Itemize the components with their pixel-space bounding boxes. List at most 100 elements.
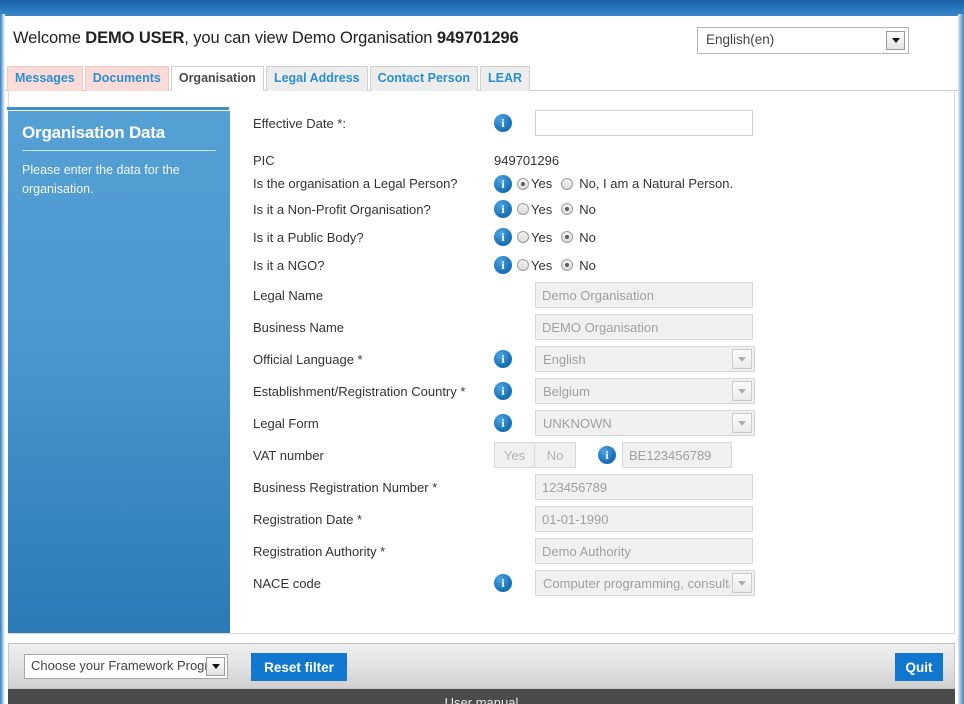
- info-icon[interactable]: i: [494, 200, 512, 218]
- control-nace-code: i Computer programming, consulta: [494, 567, 755, 599]
- row-pic: PIC 949701296: [253, 149, 953, 172]
- tab-lear[interactable]: LEAR: [480, 66, 531, 91]
- chevron-down-icon[interactable]: [206, 657, 225, 676]
- row-nace-code: NACE code i Computer programming, consul…: [253, 567, 953, 599]
- row-ngo: Is it a NGO? i Yes No: [253, 251, 953, 279]
- official-language-value: English: [543, 351, 586, 367]
- row-country: Establishment/Registration Country * i B…: [253, 375, 953, 407]
- legal-form-select[interactable]: UNKNOWN: [535, 410, 755, 436]
- info-icon[interactable]: i: [598, 446, 616, 464]
- business-reg-number-input[interactable]: [535, 474, 753, 500]
- framework-programme-value: Choose your Framework Program: [31, 658, 207, 673]
- control-official-language: i English: [494, 343, 755, 375]
- tab-documents[interactable]: Documents: [84, 66, 169, 91]
- row-effective-date: Effective Date *: i: [253, 108, 953, 138]
- info-icon[interactable]: i: [494, 414, 512, 432]
- info-icon[interactable]: i: [494, 382, 512, 400]
- page-body: Welcome DEMO USER, you can view Demo Org…: [5, 16, 958, 704]
- label-legal-name: Legal Name: [253, 287, 324, 303]
- row-public-body: Is it a Public Body? i Yes No: [253, 223, 953, 251]
- registration-authority-input[interactable]: [535, 538, 753, 564]
- tab-legal-address[interactable]: Legal Address: [265, 66, 368, 91]
- welcome-username: DEMO USER: [85, 29, 185, 47]
- vat-number-input[interactable]: [622, 442, 732, 468]
- application-window: Welcome DEMO USER, you can view Demo Org…: [0, 0, 964, 704]
- footer-bar: User manual: [8, 689, 955, 704]
- control-business-reg-number: [494, 471, 753, 503]
- radio-legal-person-no[interactable]: [561, 177, 574, 190]
- user-manual-link[interactable]: User manual: [445, 695, 519, 704]
- sidebar-description: Please enter the data for the organisati…: [22, 163, 180, 196]
- radio-public-body-no[interactable]: [561, 231, 574, 243]
- country-value: Belgium: [543, 383, 590, 399]
- label-pic: PIC: [253, 153, 275, 168]
- business-name-input[interactable]: [535, 314, 753, 340]
- chevron-down-icon[interactable]: [732, 349, 752, 369]
- label-public-body: Is it a Public Body?: [253, 229, 364, 245]
- radio-legal-person-yes[interactable]: [517, 177, 529, 190]
- control-legal-form: i UNKNOWN: [494, 407, 755, 439]
- control-registration-date: [494, 503, 753, 535]
- tab-bar: Messages Documents Organisation Legal Ad…: [5, 66, 958, 91]
- label-nace-code: NACE code: [253, 575, 321, 591]
- control-legal-person: i Yes No, I am a Natural Person.: [494, 172, 742, 195]
- welcome-middle: , you can view Demo Organisation: [184, 29, 437, 47]
- label-legal-person: Is the organisation a Legal Person?: [253, 176, 458, 191]
- window-border-right: [958, 14, 964, 704]
- pic-value: 949701296: [494, 153, 560, 168]
- official-language-select[interactable]: English: [535, 346, 755, 372]
- welcome-message: Welcome DEMO USER, you can view Demo Org…: [13, 29, 519, 48]
- row-official-language: Official Language * i English: [253, 343, 953, 375]
- radio-label-ngo-yes: Yes: [531, 257, 553, 273]
- vat-no-button[interactable]: No: [535, 442, 576, 468]
- radio-ngo-no[interactable]: [561, 259, 574, 271]
- info-icon[interactable]: i: [494, 256, 512, 274]
- label-legal-form: Legal Form: [253, 415, 319, 431]
- registration-date-input[interactable]: [535, 506, 753, 532]
- welcome-bar: Welcome DEMO USER, you can view Demo Org…: [5, 16, 958, 66]
- label-non-profit: Is it a Non-Profit Organisation?: [253, 201, 431, 217]
- quit-button[interactable]: Quit: [895, 653, 943, 681]
- label-business-reg-number: Business Registration Number *: [253, 479, 438, 495]
- legal-form-value: UNKNOWN: [543, 415, 612, 431]
- tab-organisation[interactable]: Organisation: [170, 66, 264, 91]
- info-icon[interactable]: i: [494, 574, 512, 592]
- control-country: i Belgium: [494, 375, 755, 407]
- chevron-down-icon[interactable]: [886, 31, 905, 50]
- info-icon[interactable]: i: [494, 350, 512, 368]
- label-country: Establishment/Registration Country *: [253, 383, 466, 399]
- label-ngo: Is it a NGO?: [253, 257, 325, 273]
- radio-non-profit-no[interactable]: [561, 203, 574, 215]
- chevron-down-icon[interactable]: [732, 413, 752, 433]
- effective-date-input[interactable]: [535, 110, 753, 136]
- control-vat-number: Yes No i: [494, 439, 732, 471]
- tab-list: Messages Documents Organisation Legal Ad…: [7, 66, 532, 91]
- radio-ngo-yes[interactable]: [517, 259, 529, 271]
- chevron-down-icon[interactable]: [732, 573, 752, 593]
- vat-yes-button[interactable]: Yes: [494, 442, 535, 468]
- row-business-reg-number: Business Registration Number *: [253, 471, 953, 503]
- info-icon[interactable]: i: [494, 228, 512, 246]
- sidebar-title: Organisation Data: [22, 123, 216, 151]
- radio-label-non-profit-yes: Yes: [531, 201, 553, 217]
- chevron-down-icon[interactable]: [732, 381, 752, 401]
- label-vat-number: VAT number: [253, 447, 324, 463]
- nace-code-select[interactable]: Computer programming, consulta: [535, 570, 755, 596]
- info-icon[interactable]: i: [494, 114, 512, 132]
- legal-name-input[interactable]: [535, 282, 753, 308]
- info-icon[interactable]: i: [494, 174, 512, 193]
- radio-public-body-yes[interactable]: [517, 231, 529, 243]
- framework-programme-select[interactable]: Choose your Framework Program: [24, 654, 228, 679]
- country-select[interactable]: Belgium: [535, 378, 755, 404]
- radio-label-ngo-no: No: [579, 257, 596, 273]
- control-effective-date: i: [494, 108, 753, 138]
- language-select[interactable]: English(en): [697, 27, 909, 54]
- row-registration-authority: Registration Authority *: [253, 535, 953, 567]
- radio-label-public-body-no: No: [579, 229, 596, 245]
- window-title-bar: [0, 0, 964, 16]
- tab-messages[interactable]: Messages: [7, 66, 83, 91]
- reset-filter-button[interactable]: Reset filter: [251, 653, 347, 681]
- row-non-profit: Is it a Non-Profit Organisation? i Yes N…: [253, 195, 953, 223]
- radio-non-profit-yes[interactable]: [517, 203, 529, 215]
- tab-contact-person[interactable]: Contact Person: [369, 66, 479, 91]
